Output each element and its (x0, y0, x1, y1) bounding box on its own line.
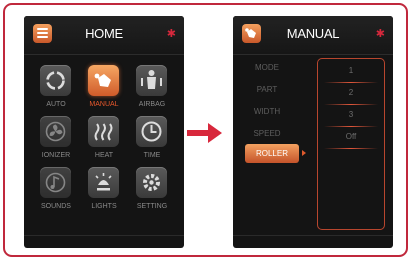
tile-lights[interactable]: LIGHTS (82, 167, 126, 215)
gear-icon (136, 167, 167, 198)
caret-right-icon (302, 150, 306, 156)
home-status-bar: HOME ✱ (24, 16, 184, 55)
speed-label[interactable]: SPEED (233, 129, 301, 138)
lamp-icon (88, 167, 119, 198)
airbag-body-icon (136, 65, 167, 96)
tile-label: AIRBAG (138, 101, 166, 108)
bluetooth-icon: ✱ (375, 28, 385, 40)
manual-screen: MANUAL ✱ MODE PART WIDTH SPEED ROLLER 1 … (233, 16, 393, 248)
tile-setting[interactable]: SETTING (130, 167, 174, 215)
ionizer-fan-icon (40, 116, 71, 147)
part-label[interactable]: PART (233, 85, 301, 94)
manual-status-bar: MANUAL ✱ (233, 16, 393, 55)
bluetooth-icon: ✱ (166, 28, 176, 40)
tile-time[interactable]: TIME (130, 116, 174, 164)
part-value[interactable]: 2 (318, 82, 384, 104)
music-note-icon (40, 167, 71, 198)
tile-heat[interactable]: HEAT (82, 116, 126, 164)
divider (324, 148, 378, 149)
width-label[interactable]: WIDTH (233, 107, 301, 116)
auto-cycle-icon (40, 65, 71, 96)
value-panel: 1 2 3 Off (317, 58, 385, 230)
home-bottom-divider (24, 235, 184, 236)
width-value[interactable]: 3 (318, 104, 384, 126)
right-arrow-icon (187, 123, 222, 143)
tile-airbag[interactable]: AIRBAG (130, 65, 174, 113)
tile-label: SETTING (136, 203, 168, 210)
tile-ionizer[interactable]: IONIZER (34, 116, 78, 164)
manual-bottom-divider (233, 235, 393, 236)
speed-value[interactable]: Off (318, 126, 384, 148)
clock-icon (136, 116, 167, 147)
home-screen: HOME ✱ AUTO MANUAL AIRBAG IONIZER HEAT T… (24, 16, 184, 248)
mode-label[interactable]: MODE (233, 63, 301, 72)
tile-manual[interactable]: MANUAL (82, 65, 126, 113)
mode-value[interactable]: 1 (318, 60, 384, 82)
tile-sounds[interactable]: SOUNDS (34, 167, 78, 215)
roller-button[interactable]: ROLLER (245, 144, 299, 163)
hand-touch-icon (88, 65, 119, 96)
tile-auto[interactable]: AUTO (34, 65, 78, 113)
heat-waves-icon (88, 116, 119, 147)
manual-title: MANUAL (286, 26, 340, 41)
tile-label: TIME (143, 152, 161, 159)
home-title: HOME (85, 26, 123, 41)
